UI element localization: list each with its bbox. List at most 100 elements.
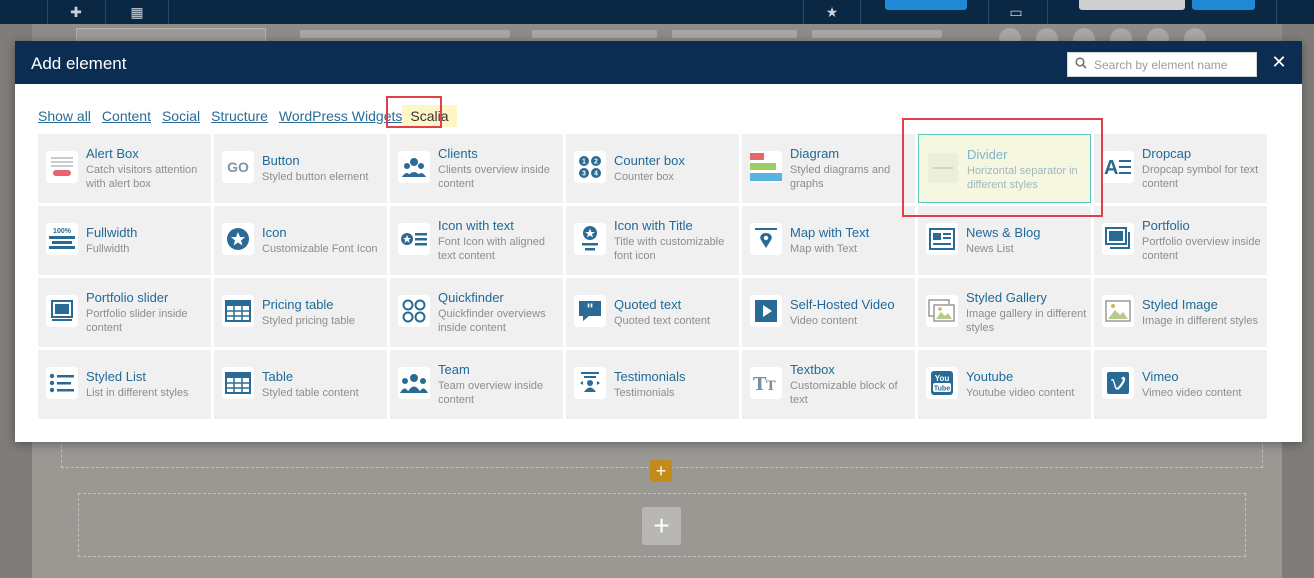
element-tile-icon[interactable]: Icon Customizable Font Icon — [214, 206, 387, 275]
element-tile-icon-with-title[interactable]: Icon with Title Title with customizable f… — [566, 206, 739, 275]
element-search[interactable] — [1067, 52, 1257, 77]
youtube-icon: You Tube — [926, 367, 958, 399]
element-tile-team[interactable]: Team Team overview inside content — [390, 350, 563, 419]
element-description: Catch visitors attention with alert box — [86, 164, 198, 190]
element-tile-map-with-text[interactable]: Map with Text Map with Text — [742, 206, 915, 275]
element-tile-textbox[interactable]: T T Textbox Customizable block of text — [742, 350, 915, 419]
element-tile-styled-gallery[interactable]: Styled Gallery Image gallery in different… — [918, 278, 1091, 347]
element-tile-icon-with-text[interactable]: Icon with text Font Icon with aligned tex… — [390, 206, 563, 275]
contact-info — [532, 30, 657, 38]
element-tile-text: Table Styled table content — [262, 350, 384, 419]
element-tile-clients[interactable]: Clients Clients overview inside content — [390, 134, 563, 203]
topbar-separator — [105, 0, 106, 24]
element-description: Image in different styles — [1142, 315, 1258, 327]
element-tile-text: Icon with text Font Icon with aligned tex… — [438, 206, 560, 275]
vimeo-icon — [1102, 367, 1134, 399]
topbar-separator — [1276, 0, 1277, 24]
element-description: News List — [966, 243, 1014, 255]
element-tile-portfolio[interactable]: Portfolio Portfolio overview inside conte… — [1094, 206, 1267, 275]
element-description: Youtube video content — [966, 387, 1075, 399]
element-title: Table — [262, 369, 294, 384]
search-input[interactable] — [1094, 57, 1252, 72]
admin-topbar: ✚ ▦ ★ ▭ — [0, 0, 1314, 24]
close-icon[interactable]: ✕ — [1269, 51, 1289, 73]
element-title: Vimeo — [1142, 369, 1179, 384]
element-title: Portfolio slider — [86, 290, 169, 305]
filter-tab-content[interactable]: Content — [102, 108, 151, 124]
element-title: Clients — [438, 146, 478, 161]
element-title: Fullwidth — [86, 225, 138, 240]
element-tile-text: Textbox Customizable block of text — [790, 350, 912, 419]
element-description: Portfolio slider inside content — [86, 308, 188, 334]
pricing-table-icon — [222, 295, 254, 327]
element-title: Pricing table — [262, 297, 334, 312]
element-tile-button[interactable]: GO Button Styled button element — [214, 134, 387, 203]
element-title: Self-Hosted Video — [790, 297, 895, 312]
annotation-highlight — [902, 118, 1103, 217]
element-description: Portfolio overview inside content — [1142, 236, 1261, 262]
diagram-icon — [750, 151, 782, 183]
element-tile-alert-box[interactable]: Alert Box Catch visitors attention with a… — [38, 134, 211, 203]
element-description: Customizable block of text — [790, 380, 898, 406]
element-description: Vimeo video content — [1142, 387, 1242, 399]
element-tile-text: Counter box Counter box — [614, 134, 736, 203]
element-tile-counter-box[interactable]: 1 2 3 4 Counter box Counter box — [566, 134, 739, 203]
element-description: Styled pricing table — [262, 315, 355, 327]
element-tile-vimeo[interactable]: Vimeo Vimeo video content — [1094, 350, 1267, 419]
element-title: Diagram — [790, 146, 840, 161]
svg-text:You: You — [935, 374, 950, 383]
element-tile-dropcap[interactable]: A Dropcap Dropcap symbol for text content — [1094, 134, 1267, 203]
element-description: Team overview inside content — [438, 380, 544, 406]
element-title: Quickfinder — [438, 290, 504, 305]
search-icon — [1068, 57, 1094, 72]
add-row-button[interactable]: + — [650, 460, 672, 482]
element-tile-youtube[interactable]: You Tube Youtube Youtube video content — [918, 350, 1091, 419]
textbox-icon: TT — [750, 367, 782, 399]
element-tile-fullwidth[interactable]: 100% Fullwidth Fullwidth — [38, 206, 211, 275]
filter-tab-show-all[interactable]: Show all — [38, 108, 91, 124]
element-tile-text: Vimeo Vimeo video content — [1142, 350, 1264, 419]
filter-tab-wordpress-widgets[interactable]: WordPress Widgets — [279, 108, 402, 124]
filter-tab-social[interactable]: Social — [162, 108, 200, 124]
topbar-separator — [988, 0, 989, 24]
filter-tab-structure[interactable]: Structure — [211, 108, 268, 124]
fullwidth-icon: 100% — [46, 223, 78, 255]
element-description: Title with customizable font icon — [614, 236, 725, 262]
element-title: Button — [262, 153, 300, 168]
element-tile-styled-list[interactable]: Styled List List in different styles — [38, 350, 211, 419]
element-tile-text: Youtube Youtube video content — [966, 350, 1088, 419]
element-tile-styled-image[interactable]: Styled Image Image in different styles — [1094, 278, 1267, 347]
add-icon[interactable]: ✚ — [66, 0, 86, 24]
element-tile-text: Icon with Title Title with customizable f… — [614, 206, 736, 275]
element-tile-table[interactable]: Table Styled table content — [214, 350, 387, 419]
topbar-grey-button[interactable] — [1079, 0, 1185, 10]
element-tile-text: Portfolio Portfolio overview inside conte… — [1142, 206, 1264, 275]
button-go-icon: GO — [222, 151, 254, 183]
topbar-publish-button[interactable] — [1192, 0, 1255, 10]
element-tile-self-hosted-video[interactable]: Self-Hosted Video Video content — [742, 278, 915, 347]
element-tile-text: Self-Hosted Video Video content — [790, 278, 912, 347]
video-play-icon — [750, 295, 782, 327]
element-title: Quoted text — [614, 297, 682, 312]
element-tile-text: Testimonials Testimonials — [614, 350, 736, 419]
contact-info — [812, 30, 942, 38]
element-tile-testimonials[interactable]: Testimonials Testimonials — [566, 350, 739, 419]
element-tile-portfolio-slider[interactable]: Portfolio slider Portfolio slider inside … — [38, 278, 211, 347]
element-tile-quickfinder[interactable]: Quickfinder Quickfinder overviews inside … — [390, 278, 563, 347]
element-tile-text: Diagram Styled diagrams and graphs — [790, 134, 912, 203]
element-tile-text: Portfolio slider Portfolio slider inside … — [86, 278, 208, 347]
alert-box-icon — [46, 151, 78, 183]
element-tile-pricing-table[interactable]: Pricing table Styled pricing table — [214, 278, 387, 347]
clients-icon — [398, 151, 430, 183]
pin-icon[interactable]: ★ — [822, 0, 842, 24]
element-description: List in different styles — [86, 387, 189, 399]
element-tile-diagram[interactable]: Diagram Styled diagrams and graphs — [742, 134, 915, 203]
element-title: Icon with Title — [614, 218, 693, 233]
add-element-button[interactable]: + — [642, 507, 681, 545]
monitor-icon[interactable]: ▭ — [1005, 0, 1027, 24]
topbar-blue-button[interactable] — [885, 0, 967, 10]
element-tile-quoted-text[interactable]: " Quoted text Quoted text content — [566, 278, 739, 347]
element-title: Portfolio — [1142, 218, 1190, 233]
star-icon — [222, 223, 254, 255]
layout-icon[interactable]: ▦ — [124, 0, 150, 24]
